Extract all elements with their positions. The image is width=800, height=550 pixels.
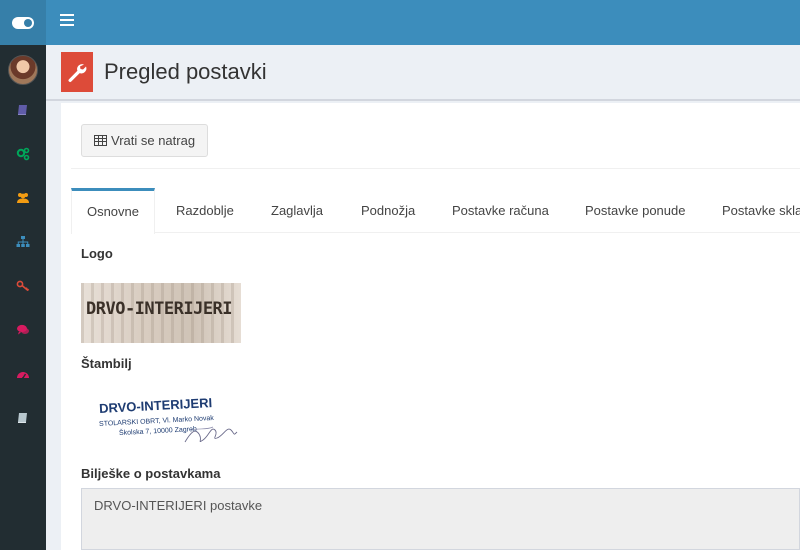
sidebar-toggle-logo[interactable] (0, 0, 46, 45)
sidebar-item-book[interactable] (0, 91, 46, 129)
top-navbar (46, 0, 800, 45)
sidebar-item-book-2[interactable] (0, 399, 46, 437)
sidebar (0, 0, 46, 550)
tab-osnovne[interactable]: Osnovne (71, 188, 155, 234)
back-button[interactable]: Vrati se natrag (81, 124, 209, 157)
stamp-image: DRVO-INTERIJERI STOLARSKI OBRT, Vl. Mark… (81, 390, 246, 452)
page-header: Pregled postavki (46, 45, 800, 101)
back-button-label: Vrati se natrag (111, 133, 196, 148)
settings-content-box: Vrati se natrag Osnovne Razdoblje Zaglav… (61, 103, 800, 550)
logo-label: Logo (81, 246, 113, 261)
tab-razdoblje[interactable]: Razdoblje (176, 188, 234, 233)
page-title: Pregled postavki (104, 59, 267, 84)
signature-icon (184, 426, 238, 443)
sidebar-item-cogs[interactable] (0, 135, 46, 173)
toggle-icon (12, 16, 34, 29)
book-icon (18, 413, 27, 423)
notes-textarea[interactable]: DRVO-INTERIJERI postavke (81, 488, 800, 550)
users-icon (17, 193, 29, 203)
divider (71, 168, 800, 169)
tab-postavke-racuna[interactable]: Postavke računa (452, 188, 549, 233)
notes-label: Bilješke o postavkama (81, 466, 221, 481)
sidebar-item-key[interactable] (0, 267, 46, 305)
tab-postavke-ponude[interactable]: Postavke ponude (585, 188, 685, 233)
sidebar-item-dashboard[interactable] (0, 355, 46, 393)
table-icon (94, 135, 107, 146)
sidebar-item-users[interactable] (0, 179, 46, 217)
user-avatar[interactable] (8, 55, 38, 85)
tab-postavke-skladista[interactable]: Postavke skla (722, 188, 800, 233)
stamp-label: Štambilj (81, 356, 132, 371)
dashboard-icon (17, 372, 29, 379)
comments-icon (17, 324, 29, 335)
tab-zaglavlja[interactable]: Zaglavlja (271, 188, 323, 233)
logo-image-text: DRVO-INTERIJERI (86, 299, 233, 319)
key-icon (16, 280, 30, 292)
hamburger-menu-icon[interactable] (60, 14, 74, 26)
cogs-icon (16, 147, 30, 161)
book-icon (18, 105, 27, 115)
wrench-icon (61, 52, 93, 92)
settings-tabs: Osnovne Razdoblje Zaglavlja Podnožja Pos… (71, 188, 800, 234)
tab-podnozja[interactable]: Podnožja (361, 188, 415, 233)
sidebar-item-comments[interactable] (0, 311, 46, 349)
logo-image: DRVO-INTERIJERI (81, 283, 241, 343)
sitemap-icon (16, 236, 30, 247)
sidebar-item-sitemap[interactable] (0, 223, 46, 261)
